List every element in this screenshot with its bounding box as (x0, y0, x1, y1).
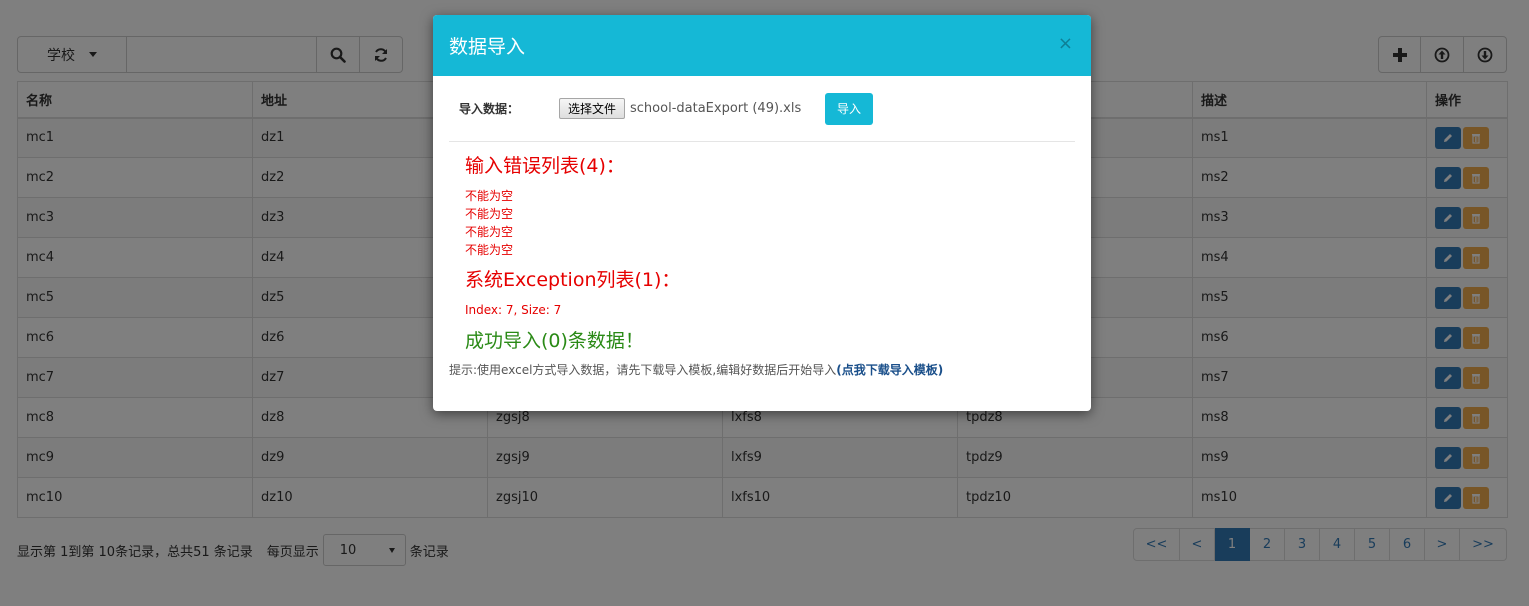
import-results: 输入错误列表(4)： 不能为空 不能为空 不能为空 不能为空 系统Excepti… (449, 154, 1075, 353)
success-message: 成功导入(0)条数据！ (465, 330, 644, 352)
hint-text: 提示:使用excel方式导入数据，请先下载导入模板,编辑好数据后开始导入 (449, 363, 837, 377)
input-error-item: 不能为空 (465, 189, 514, 203)
modal-title: 数据导入 (449, 36, 526, 58)
selected-file-name: school-dataExport (49).xls (630, 101, 802, 116)
system-error-heading: 系统Exception列表(1)： (465, 269, 681, 291)
modal-body: 导入数据： 选择文件 school-dataExport (49).xls 导入… (433, 76, 1091, 378)
import-modal: 数据导入 × 导入数据： 选择文件 school-dataExport (49)… (433, 15, 1091, 411)
modal-header: 数据导入 × (433, 15, 1091, 76)
input-error-item: 不能为空 (465, 243, 514, 257)
close-icon[interactable]: × (1058, 33, 1073, 54)
import-hint: 提示:使用excel方式导入数据，请先下载导入模板,编辑好数据后开始导入(点我下… (449, 361, 1075, 378)
import-submit-button[interactable]: 导入 (825, 92, 874, 125)
download-template-link[interactable]: (点我下载导入模板) (836, 363, 943, 377)
input-error-item: 不能为空 (465, 207, 514, 221)
input-error-item: 不能为空 (465, 225, 514, 239)
input-error-list: 不能为空 不能为空 不能为空 不能为空 (465, 187, 1075, 259)
system-error-item: Index: 7, Size: 7 (465, 303, 562, 317)
input-error-heading: 输入错误列表(4)： (465, 155, 625, 177)
import-form-row: 导入数据： 选择文件 school-dataExport (49).xls 导入 (449, 76, 1075, 142)
import-label: 导入数据： (459, 102, 520, 116)
choose-file-button[interactable]: 选择文件 (559, 98, 626, 119)
